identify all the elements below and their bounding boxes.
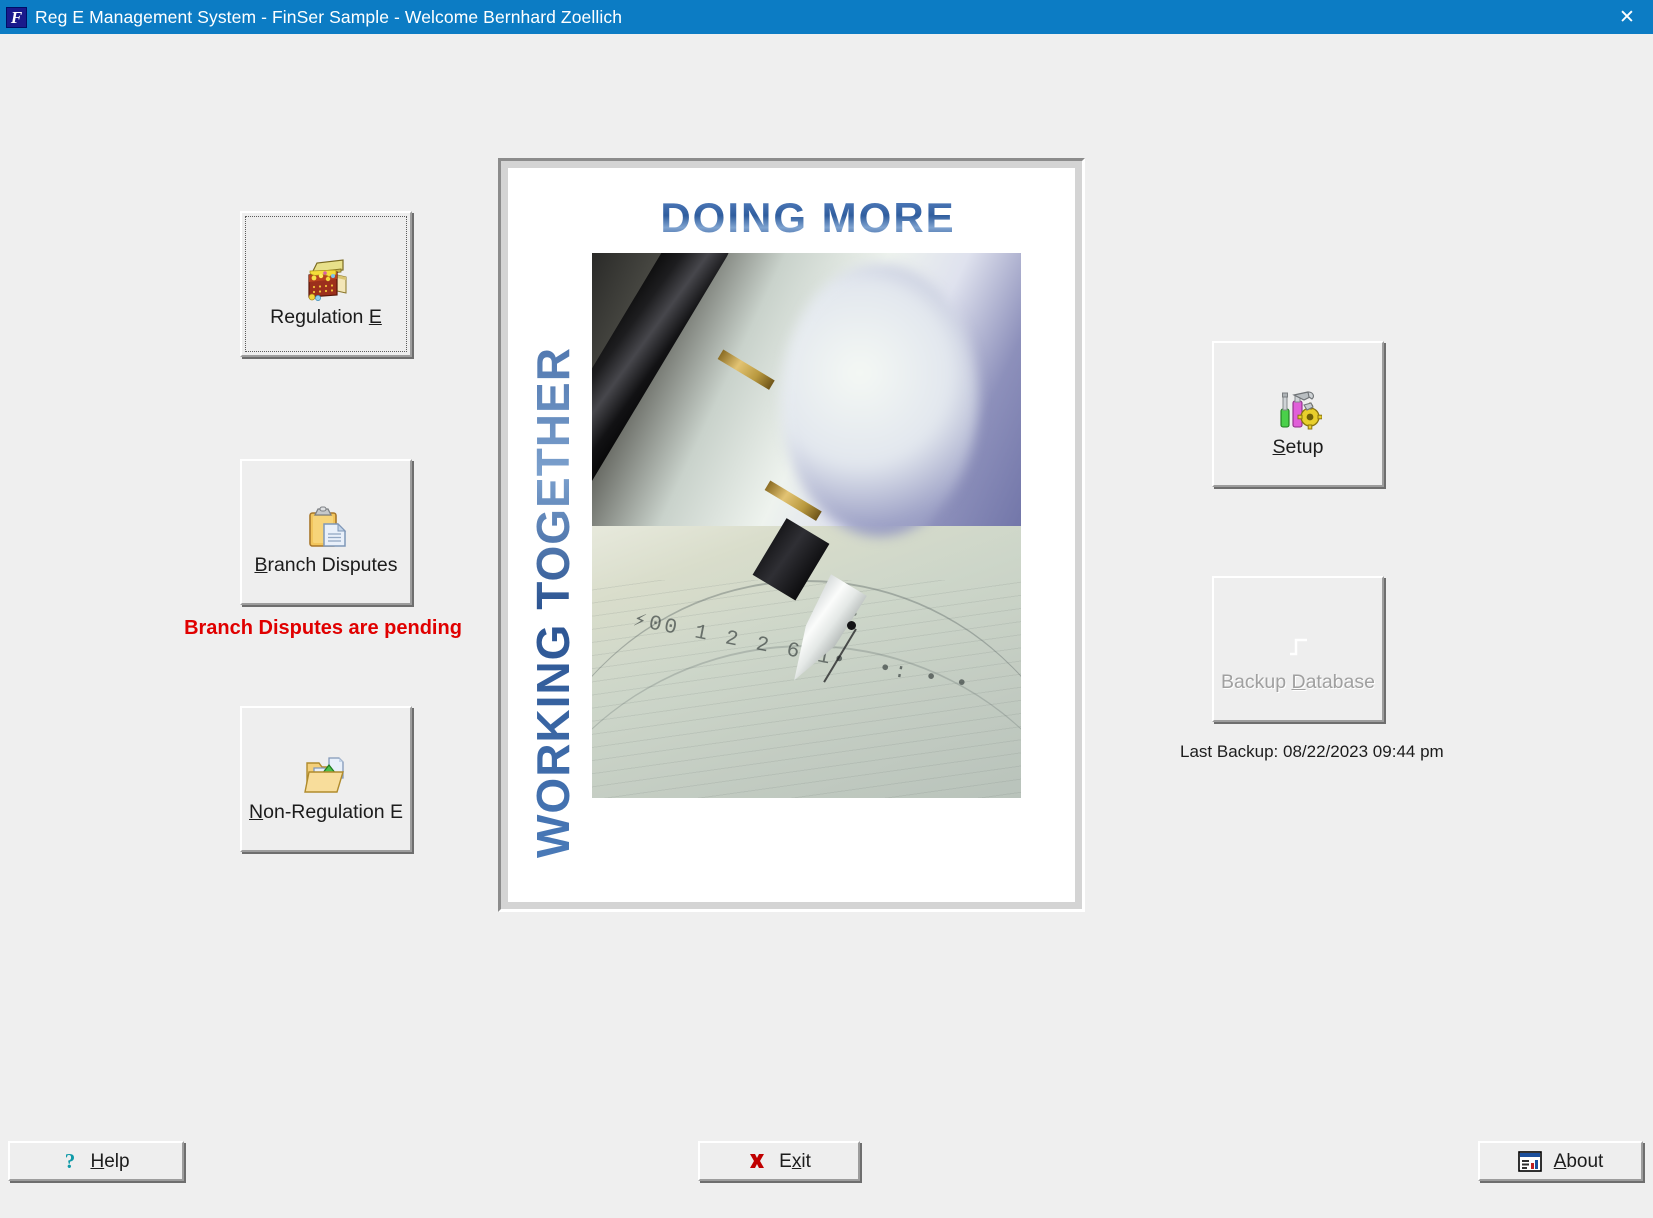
about-label: About xyxy=(1553,1150,1604,1172)
non-regulation-e-button[interactable]: Non-Regulation E xyxy=(240,706,412,852)
finser-f-logo-icon: F xyxy=(6,6,27,28)
non-regulation-e-label: Non-Regulation E xyxy=(249,800,403,823)
title-bar: F Reg E Management System - FinSer Sampl… xyxy=(0,0,1653,34)
poster-vertical-text: WORKING TOGETHER xyxy=(522,238,584,858)
window-title: Reg E Management System - FinSer Sample … xyxy=(35,6,623,27)
backup-database-button[interactable]: Backup Database xyxy=(1212,576,1384,722)
promo-poster-frame: DOING MORE WORKING TOGETHER ⚡00 1 2 2 6 … xyxy=(498,158,1085,912)
help-label: Help xyxy=(90,1150,130,1172)
poster-headline: DOING MORE xyxy=(598,194,1018,242)
setup-button[interactable]: Setup xyxy=(1212,341,1384,487)
help-button[interactable]: ? Help xyxy=(8,1141,184,1181)
folder-move-icon xyxy=(303,736,349,796)
red-x-icon xyxy=(747,1151,767,1171)
backup-database-icon xyxy=(1276,606,1320,666)
about-window-icon xyxy=(1517,1150,1542,1172)
about-button[interactable]: About xyxy=(1478,1141,1643,1181)
treasure-chest-icon xyxy=(303,241,349,301)
branch-disputes-label: Branch Disputes xyxy=(254,553,398,576)
fountain-pen-signing-check-photo: ⚡00 1 2 2 6 1• •: • • Bank• xyxy=(592,253,1021,798)
application-window: F Reg E Management System - FinSer Sampl… xyxy=(0,0,1653,1218)
clipboard-document-icon xyxy=(304,489,348,549)
last-backup-status: Last Backup: 08/22/2023 09:44 pm xyxy=(1180,742,1444,761)
question-mark-icon: ? xyxy=(62,1150,78,1172)
regulation-e-button[interactable]: Regulation E xyxy=(240,211,412,357)
svg-text:?: ? xyxy=(65,1150,76,1172)
setup-label: Setup xyxy=(1272,435,1324,458)
regulation-e-label: Regulation E xyxy=(270,305,382,328)
exit-label: Exit xyxy=(779,1150,811,1172)
tools-gear-icon xyxy=(1274,371,1322,431)
pending-disputes-message: Branch Disputes are pending xyxy=(184,617,462,639)
backup-database-label: Backup Database xyxy=(1221,670,1375,693)
promo-poster: DOING MORE WORKING TOGETHER ⚡00 1 2 2 6 … xyxy=(508,168,1075,902)
close-icon[interactable]: ✕ xyxy=(1601,0,1653,34)
branch-disputes-button[interactable]: Branch Disputes xyxy=(240,459,412,605)
exit-button[interactable]: Exit xyxy=(698,1141,860,1181)
